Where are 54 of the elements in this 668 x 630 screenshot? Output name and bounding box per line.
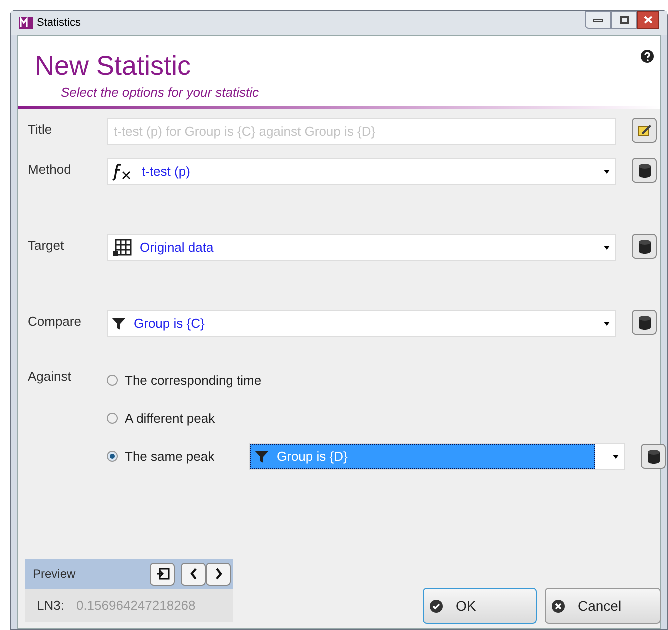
- maximize-button[interactable]: [611, 11, 637, 29]
- field-label: Method: [28, 161, 72, 179]
- radio-label: A different peak: [125, 410, 216, 428]
- radio-button[interactable]: [107, 375, 118, 386]
- chevron-left-icon: [190, 568, 198, 580]
- database-icon: [638, 240, 650, 254]
- ok-button[interactable]: OK: [423, 588, 537, 624]
- window-title: Statistics: [37, 16, 82, 31]
- edit-icon: [638, 124, 652, 137]
- help-icon[interactable]: [641, 50, 654, 63]
- database-icon: [638, 316, 650, 330]
- next-button[interactable]: [206, 562, 231, 586]
- dropdown-caret-icon: [604, 322, 610, 326]
- app-logo-icon: [19, 17, 33, 29]
- database-icon: [648, 450, 660, 464]
- dropdown-caret-icon: [613, 454, 619, 458]
- dropdown-field[interactable]: Original data: [107, 234, 616, 261]
- chevron-right-icon: [214, 568, 222, 580]
- table-icon: [112, 238, 132, 256]
- database-button[interactable]: [632, 158, 657, 183]
- detach-icon: [156, 568, 170, 580]
- close-button[interactable]: [637, 11, 659, 29]
- database-button[interactable]: [632, 234, 657, 259]
- dropdown-caret-icon: [604, 246, 610, 250]
- filter-icon: [112, 316, 126, 330]
- cancel-button[interactable]: Cancel: [545, 588, 661, 624]
- field-label: Compare: [28, 313, 82, 331]
- database-icon: [638, 164, 650, 178]
- dropdown-caret-icon: [604, 170, 610, 174]
- radio-label: The same peak: [125, 448, 216, 466]
- field-label: Title: [28, 121, 54, 139]
- close-icon: [644, 16, 652, 24]
- database-button[interactable]: [641, 444, 666, 469]
- filter-icon: [255, 450, 269, 464]
- minimize-button[interactable]: [585, 11, 611, 29]
- title-input[interactable]: t-test (p) for Group is {C} against Group is {D}: [107, 118, 616, 145]
- dropdown-field[interactable]: t-test (p): [107, 158, 616, 185]
- preview-key: LN3:: [37, 596, 64, 616]
- dialog-title: New Statistic: [35, 50, 192, 83]
- cancel-icon: [552, 600, 565, 612]
- previous-button[interactable]: [181, 562, 206, 586]
- preview-title: Preview: [33, 566, 76, 583]
- edit-button[interactable]: [632, 118, 657, 143]
- radio-button[interactable]: [107, 413, 118, 424]
- preview-value: 0.156964247218268: [76, 596, 196, 615]
- radio-label: The corresponding time: [125, 372, 262, 390]
- detach-button[interactable]: [150, 562, 175, 586]
- check-icon: [430, 600, 443, 612]
- dialog-subtitle: Select the options for your statistic: [61, 84, 259, 102]
- dropdown-field[interactable]: Group is {C}: [107, 310, 616, 337]
- radio-button[interactable]: [107, 451, 118, 462]
- field-label: Against: [28, 368, 72, 386]
- database-button[interactable]: [632, 310, 657, 335]
- field-label: Target: [28, 237, 66, 255]
